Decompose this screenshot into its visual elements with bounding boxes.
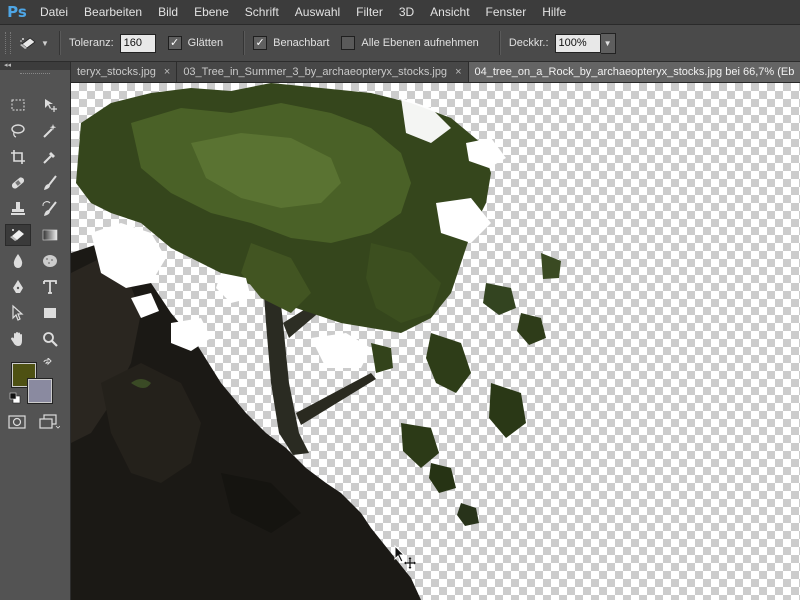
divider [59,31,61,55]
smooth-group: ✓ Glätten [167,36,224,50]
tolerance-group: Toleranz: 160 [69,33,156,53]
menu-ansicht[interactable]: Ansicht [422,0,477,24]
hand-icon [11,332,22,346]
chevron-down-icon: ▼ [603,38,612,48]
zoom-icon [43,332,58,347]
sponge-tool[interactable] [37,250,63,272]
tab-document-2[interactable]: 03_Tree_in_Summer_3_by_archaeopteryx_sto… [177,62,469,82]
gradient-tool[interactable] [37,224,63,246]
pen-tool[interactable] [5,276,31,298]
lasso-tool[interactable] [5,120,31,142]
gradient-icon [42,229,58,241]
chevron-down-icon: ▼ [41,38,49,48]
tab-document-1[interactable]: teryx_stocks.jpg × [71,62,178,82]
clone-stamp-tool[interactable] [5,198,31,220]
image-layer [71,83,561,600]
quick-mask-icon[interactable] [8,414,26,433]
blur-tool[interactable] [5,250,31,272]
menu-bild[interactable]: Bild [150,0,186,24]
tolerance-label: Toleranz: [69,37,114,49]
rectangle-tool[interactable] [37,302,63,324]
default-colors-icon[interactable] [9,392,21,407]
options-bar: ▼ Toleranz: 160 ✓ Glätten ✓ Benachbart A… [0,25,800,62]
opacity-input[interactable]: 100% [554,33,601,53]
tool-panel-collapse[interactable]: ◂◂ [0,62,70,70]
move-icon [45,99,57,112]
lasso-icon [11,124,25,138]
path-selection-tool[interactable] [5,302,31,324]
tab-label: 04_tree_on_a_Rock_by_archaeopteryx_stock… [474,66,795,78]
tool-panel-grip[interactable] [20,73,50,78]
tab-label: 03_Tree_in_Summer_3_by_archaeopteryx_sto… [183,66,448,78]
marquee-tool[interactable] [5,94,31,116]
magic-wand-icon [43,124,57,138]
menu-auswahl[interactable]: Auswahl [287,0,348,24]
divider [498,31,501,55]
opacity-dropdown-button[interactable]: ▼ [600,32,616,54]
menu-datei[interactable]: Datei [32,0,76,24]
move-crosshair-icon [394,544,420,574]
background-eraser-icon [20,37,36,49]
close-icon[interactable]: × [164,62,170,82]
type-icon [43,280,57,294]
screen-mode-icon[interactable] [38,414,61,433]
all-layers-group: Alle Ebenen aufnehmen [341,36,479,50]
brush-icon [44,175,57,190]
smooth-checkbox[interactable]: ✓ [167,36,182,50]
tab-document-3[interactable]: 04_tree_on_a_Rock_by_archaeopteryx_stock… [468,62,800,82]
contiguous-label: Benachbart [273,37,330,49]
menu-ebene[interactable]: Ebene [186,0,237,24]
swap-colors-icon[interactable] [42,356,54,373]
brush-tool[interactable] [37,172,63,194]
options-bar-grip[interactable] [5,32,11,54]
background-eraser-tool[interactable] [5,224,31,246]
background-eraser-icon [10,229,24,241]
healing-brush-tool[interactable] [5,172,31,194]
photoshop-logo: Ps [7,3,27,21]
type-tool[interactable] [37,276,63,298]
divider [243,31,246,55]
opacity-group: Deckkr.: 100% ▼ [508,32,616,54]
rect-marquee-icon [11,99,25,111]
hand-tool[interactable] [5,328,31,350]
eyedropper-icon [43,152,55,164]
menu-bar: Ps Datei Bearbeiten Bild Ebene Schrift A… [0,0,800,25]
crop-icon [11,150,25,164]
menu-fenster[interactable]: Fenster [478,0,535,24]
history-brush-tool[interactable] [37,198,63,220]
opacity-label: Deckkr.: [508,37,549,49]
all-layers-label: Alle Ebenen aufnehmen [361,37,479,49]
tolerance-input[interactable]: 160 [119,33,156,53]
crop-tool[interactable] [5,146,31,168]
menu-schrift[interactable]: Schrift [237,0,287,24]
background-color-swatch[interactable] [28,379,52,403]
history-brush-icon [42,201,57,216]
all-layers-checkbox[interactable] [341,36,356,50]
tool-panel: ◂◂ [0,62,71,600]
menu-filter[interactable]: Filter [348,0,391,24]
contiguous-checkbox[interactable]: ✓ [253,36,268,50]
bandage-icon [11,177,25,189]
smooth-label: Glätten [187,37,224,49]
pen-icon [13,280,23,293]
sponge-icon [43,255,57,267]
menu-hilfe[interactable]: Hilfe [534,0,574,24]
water-drop-icon [13,254,23,268]
stamp-icon [11,202,25,215]
eyedropper-tool[interactable] [37,146,63,168]
tab-label: teryx_stocks.jpg [77,66,156,78]
tool-preset-picker[interactable]: ▼ [17,31,51,55]
menu-bearbeiten[interactable]: Bearbeiten [76,0,150,24]
document-tabs: teryx_stocks.jpg × 03_Tree_in_Summer_3_b… [71,62,800,83]
close-icon[interactable]: × [455,62,461,82]
rectangle-icon [44,308,56,318]
path-selection-icon [12,304,24,321]
menu-3d[interactable]: 3D [391,0,422,24]
magic-wand-tool[interactable] [37,120,63,142]
zoom-tool[interactable] [37,328,63,350]
move-tool[interactable] [37,94,63,116]
contiguous-group: ✓ Benachbart [253,36,329,50]
document-canvas[interactable] [71,83,800,600]
